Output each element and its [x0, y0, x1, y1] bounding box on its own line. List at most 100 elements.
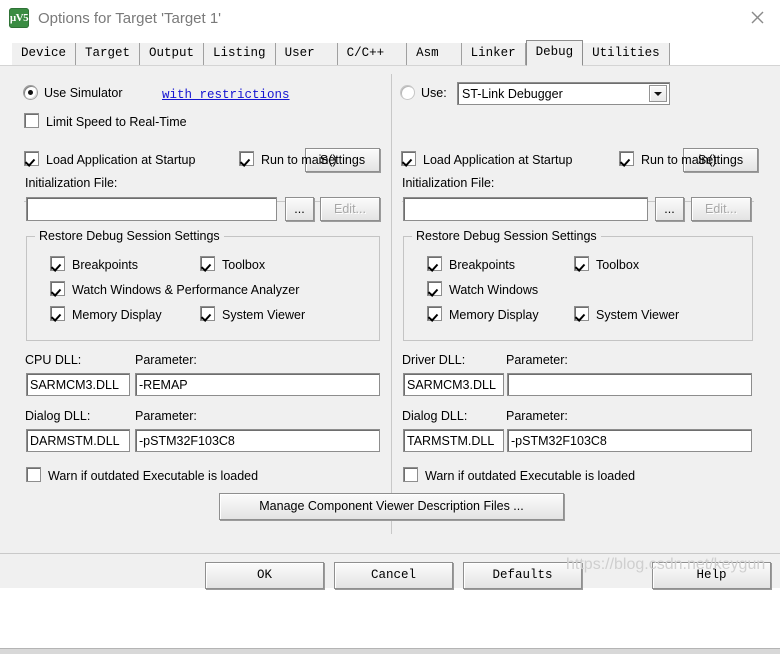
right-watch-windows-checkbox[interactable]: Watch Windows	[427, 281, 538, 297]
left-watch-windows-label: Watch Windows & Performance Analyzer	[72, 283, 300, 297]
left-watch-windows-checkbox[interactable]: Watch Windows & Performance Analyzer	[50, 281, 299, 297]
ok-label: OK	[256, 568, 272, 583]
close-icon[interactable]	[734, 0, 780, 34]
checkbox-indicator	[403, 467, 418, 482]
tab-label: Utilities	[592, 46, 660, 60]
tab-utilities[interactable]: Utilities	[583, 43, 670, 65]
limit-speed-checkbox[interactable]: Limit Speed to Real-Time	[24, 113, 187, 129]
tab-listing[interactable]: Listing	[204, 43, 276, 65]
right-toolbox-label: Toolbox	[596, 258, 640, 272]
right-breakpoints-checkbox[interactable]: Breakpoints	[427, 256, 515, 272]
checkbox-indicator	[24, 151, 39, 166]
right-system-viewer-checkbox[interactable]: System Viewer	[574, 306, 679, 322]
right-warn-outdated-checkbox[interactable]: Warn if outdated Executable is loaded	[403, 467, 635, 483]
left-dialog-dll-value: DARMSTM.DLL	[30, 433, 120, 448]
tab-label: Target	[85, 46, 131, 60]
window-title: Options for Target 'Target 1'	[38, 9, 222, 27]
cpu-dll-value: SARMCM3.DLL	[30, 377, 119, 392]
chevron-down-icon[interactable]	[649, 85, 667, 102]
checkbox-indicator	[239, 151, 254, 166]
tab-asm[interactable]: Asm	[407, 43, 462, 65]
checkbox-indicator	[427, 281, 442, 296]
right-system-viewer-label: System Viewer	[596, 308, 680, 322]
right-run-to-main-checkbox[interactable]: Run to main()	[619, 151, 717, 167]
cpu-parameter-input[interactable]: -REMAP	[135, 373, 380, 396]
left-browse-button[interactable]: ...	[285, 197, 314, 221]
help-button[interactable]: Help	[652, 562, 771, 589]
right-edit-button[interactable]: Edit...	[691, 197, 751, 221]
checkbox-indicator	[574, 256, 589, 271]
left-system-viewer-checkbox[interactable]: System Viewer	[200, 306, 305, 322]
tab-output[interactable]: Output	[140, 43, 205, 65]
left-warn-outdated-label: Warn if outdated Executable is loaded	[48, 469, 259, 483]
left-run-to-main-checkbox[interactable]: Run to main()	[239, 151, 337, 167]
left-memory-display-checkbox[interactable]: Memory Display	[50, 306, 162, 322]
left-load-application-checkbox[interactable]: Load Application at Startup	[24, 151, 195, 167]
cpu-dll-input[interactable]: SARMCM3.DLL	[26, 373, 130, 396]
driver-dll-input[interactable]: SARMCM3.DLL	[403, 373, 504, 396]
left-breakpoints-checkbox[interactable]: Breakpoints	[50, 256, 138, 272]
checkbox-indicator	[26, 467, 41, 482]
left-toolbox-checkbox[interactable]: Toolbox	[200, 256, 265, 272]
right-browse-button[interactable]: ...	[655, 197, 684, 221]
ok-button[interactable]: OK	[205, 562, 324, 589]
tab-user[interactable]: User	[275, 43, 338, 65]
with-restrictions-link[interactable]: with restrictions	[162, 87, 290, 102]
left-breakpoints-label: Breakpoints	[72, 258, 139, 272]
left-warn-outdated-checkbox[interactable]: Warn if outdated Executable is loaded	[26, 467, 258, 483]
tab-debug[interactable]: Debug	[525, 40, 584, 66]
left-edit-button[interactable]: Edit...	[320, 197, 380, 221]
manage-component-viewer-button[interactable]: Manage Component Viewer Description File…	[219, 493, 564, 520]
left-init-file-label: Initialization File:	[25, 176, 118, 190]
left-dialog-parameter-value: -pSTM32F103C8	[139, 433, 235, 448]
right-load-application-checkbox[interactable]: Load Application at Startup	[401, 151, 572, 167]
tab-cpp[interactable]: C/C++	[337, 43, 408, 65]
driver-dll-value: SARMCM3.DLL	[407, 377, 496, 392]
help-label: Help	[696, 568, 727, 583]
manage-component-viewer-label: Manage Component Viewer Description File…	[259, 499, 524, 514]
left-memory-display-label: Memory Display	[72, 308, 162, 322]
right-toolbox-checkbox[interactable]: Toolbox	[574, 256, 639, 272]
right-init-file-input[interactable]	[403, 197, 648, 221]
dual-pane-area: Use Simulator with restrictions Settings…	[0, 66, 780, 536]
right-run-to-main-label: Run to main()	[641, 153, 717, 167]
checkbox-indicator	[50, 281, 65, 296]
checkbox-indicator	[401, 151, 416, 166]
right-dialog-dll-input[interactable]: TARMSTM.DLL	[403, 429, 504, 452]
tab-label: Output	[149, 46, 195, 60]
defaults-label: Defaults	[492, 568, 553, 583]
tab-label: Asm	[416, 46, 439, 60]
right-memory-display-checkbox[interactable]: Memory Display	[427, 306, 539, 322]
cancel-label: Cancel	[370, 568, 416, 583]
tab-device[interactable]: Device	[12, 43, 77, 65]
debug-settings-panel: Use Simulator with restrictions Settings…	[0, 65, 780, 654]
tab-label: Listing	[213, 46, 266, 60]
debugger-selected-value: ST-Link Debugger	[462, 86, 563, 101]
left-dialog-parameter-input[interactable]: -pSTM32F103C8	[135, 429, 380, 452]
right-dialog-parameter-input[interactable]: -pSTM32F103C8	[507, 429, 752, 452]
right-warn-outdated-label: Warn if outdated Executable is loaded	[425, 469, 636, 483]
left-init-file-input[interactable]	[26, 197, 277, 221]
checkbox-indicator	[200, 306, 215, 321]
tab-target[interactable]: Target	[76, 43, 141, 65]
driver-parameter-input[interactable]	[507, 373, 752, 396]
cpu-parameter-label: Parameter:	[135, 353, 197, 367]
limit-speed-label: Limit Speed to Real-Time	[46, 115, 187, 129]
cpu-dll-label: CPU DLL:	[25, 353, 82, 367]
debugger-dropdown[interactable]: ST-Link Debugger	[457, 82, 670, 105]
tab-label: User	[284, 46, 315, 60]
use-driver-radio[interactable]: Use:	[401, 86, 447, 100]
left-dialog-parameter-label: Parameter:	[135, 409, 197, 423]
tab-linker[interactable]: Linker	[461, 43, 526, 65]
cancel-button[interactable]: Cancel	[334, 562, 453, 589]
right-dialog-parameter-value: -pSTM32F103C8	[511, 433, 607, 448]
left-browse-label: ...	[294, 201, 305, 216]
tab-label: Debug	[535, 45, 574, 59]
left-toolbox-label: Toolbox	[222, 258, 266, 272]
left-dialog-dll-input[interactable]: DARMSTM.DLL	[26, 429, 130, 452]
defaults-button[interactable]: Defaults	[463, 562, 582, 589]
left-load-application-label: Load Application at Startup	[46, 153, 196, 167]
use-simulator-radio[interactable]: Use Simulator	[24, 86, 123, 100]
checkbox-indicator	[200, 256, 215, 271]
dialog-footer: OK Cancel Defaults Help	[0, 554, 780, 589]
